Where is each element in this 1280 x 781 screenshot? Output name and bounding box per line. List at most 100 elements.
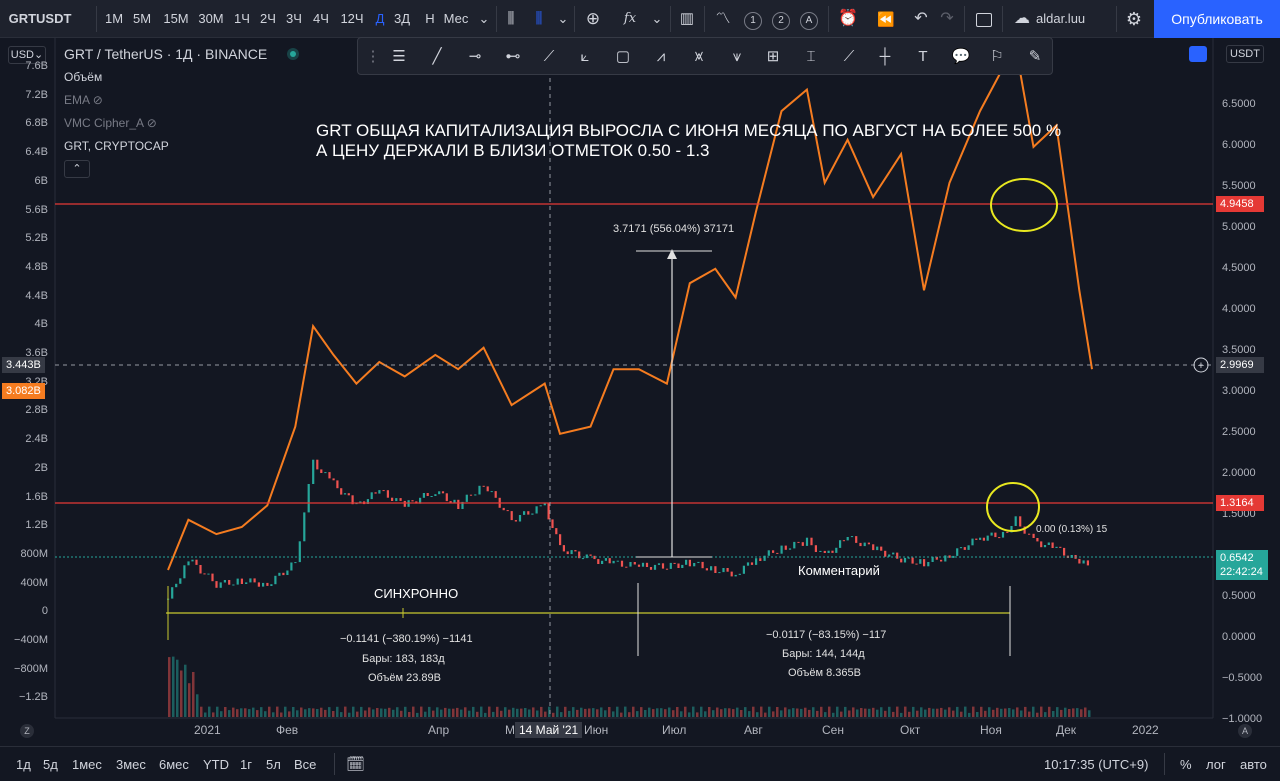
- interval-button[interactable]: Мес: [442, 0, 470, 38]
- log-toggle[interactable]: лог: [1206, 747, 1226, 781]
- ray-icon[interactable]: ⟋: [536, 46, 562, 68]
- circle-2-icon[interactable]: 2: [770, 0, 792, 38]
- circle-a-icon[interactable]: A: [798, 0, 820, 38]
- user-name[interactable]: aldar.luu: [1036, 0, 1120, 38]
- percent-toggle[interactable]: %: [1180, 747, 1192, 781]
- divider: [964, 6, 965, 32]
- candle: [793, 541, 796, 549]
- line-style-icon[interactable]: ☰: [386, 46, 412, 68]
- pitchfork-icon[interactable]: ⟀: [572, 46, 598, 68]
- interval-button[interactable]: Д: [370, 0, 390, 38]
- comment-label[interactable]: Комментарий: [798, 563, 880, 578]
- indicators-dropdown-icon[interactable]: ⌄: [650, 0, 664, 38]
- range-button[interactable]: Все: [294, 747, 316, 781]
- chart-type-dropdown-icon[interactable]: ⌄: [556, 0, 570, 38]
- auto-toggle[interactable]: авто: [1240, 747, 1267, 781]
- volume-bar: [560, 712, 563, 717]
- interval-button[interactable]: 30М: [197, 0, 225, 38]
- brush-icon[interactable]: ✎: [1022, 46, 1048, 68]
- range-button[interactable]: 1мес: [72, 747, 102, 781]
- interval-button[interactable]: 4Ч: [311, 0, 331, 38]
- horizontal-line-icon[interactable]: ⊷: [500, 46, 526, 68]
- range-button[interactable]: 1г: [240, 747, 252, 781]
- annotation-line-2[interactable]: А ЦЕНУ ДЕРЖАЛИ В БЛИЗИ ОТМЕТОК 0.50 - 1.…: [316, 141, 710, 161]
- interval-dropdown-icon[interactable]: ⌄: [476, 0, 492, 38]
- bar-style-icon[interactable]: ⫼: [500, 0, 522, 38]
- vertical-line-icon[interactable]: ┼: [872, 46, 898, 68]
- settings-gear-icon[interactable]: ⚙: [1122, 0, 1146, 38]
- range-button[interactable]: YTD: [203, 747, 229, 781]
- text-cursor-icon[interactable]: ⌶: [798, 46, 824, 68]
- volume-bar: [552, 712, 555, 717]
- volume-bar: [840, 711, 843, 717]
- comment-icon[interactable]: 💬: [948, 46, 974, 68]
- range-button[interactable]: 6мес: [159, 747, 189, 781]
- undo-icon[interactable]: ↶: [910, 0, 932, 38]
- replay-icon[interactable]: ⏪: [874, 0, 898, 38]
- right-currency-label[interactable]: USDT: [1226, 45, 1264, 63]
- candle: [195, 559, 198, 565]
- horizontal-ray-icon[interactable]: ⊸: [462, 46, 488, 68]
- interval-button[interactable]: 5М: [132, 0, 152, 38]
- volume-bar: [316, 709, 319, 717]
- zoom-z-icon[interactable]: Z: [20, 724, 34, 738]
- range-button[interactable]: 1д: [16, 747, 31, 781]
- trend-line-icon[interactable]: ╱: [424, 46, 450, 68]
- interval-button[interactable]: 2Ч: [258, 0, 278, 38]
- chart-canvas[interactable]: +: [0, 0, 1280, 781]
- range-button[interactable]: 5д: [43, 747, 58, 781]
- volume-bar: [348, 712, 351, 717]
- flag-icon[interactable]: ⚐: [984, 46, 1010, 68]
- date-range-icon[interactable]: 🗓: [346, 747, 365, 781]
- compare-icon[interactable]: 〽: [712, 0, 734, 38]
- path-icon[interactable]: ⩘: [648, 46, 674, 68]
- volume-bar: [1076, 708, 1079, 717]
- range-button[interactable]: 5л: [266, 747, 281, 781]
- rectangle-icon[interactable]: ▢: [610, 46, 636, 68]
- text-icon[interactable]: T: [910, 46, 936, 68]
- redo-icon[interactable]: ↷: [936, 0, 958, 38]
- hidden-eye-icon[interactable]: ⊘: [147, 116, 157, 130]
- alert-icon[interactable]: ⏰: [836, 0, 860, 38]
- drag-handle-icon[interactable]: ⋮: [360, 46, 386, 68]
- range-button[interactable]: 3мес: [116, 747, 146, 781]
- candle: [746, 562, 750, 566]
- hidden-eye-icon[interactable]: ⊘: [93, 93, 103, 107]
- interval-button[interactable]: 12Ч: [338, 0, 366, 38]
- interval-button[interactable]: 3Д: [392, 0, 412, 38]
- interval-button[interactable]: 1М: [104, 0, 124, 38]
- interval-button[interactable]: 1Ч: [232, 0, 252, 38]
- legend-collapse-button[interactable]: ⌃: [64, 160, 90, 178]
- auto-a-icon[interactable]: A: [1238, 724, 1252, 738]
- indicators-icon[interactable]: fx: [618, 0, 642, 38]
- annotation-line-1[interactable]: GRT ОБЩАЯ КАПИТАЛИЗАЦИЯ ВЫРОСЛА С ИЮНЯ М…: [316, 121, 1061, 141]
- interval-button[interactable]: 15М: [162, 0, 190, 38]
- circle-1-icon[interactable]: 1: [742, 0, 764, 38]
- elliott-wave-icon[interactable]: ⩙: [686, 46, 712, 68]
- price-range-icon[interactable]: ⟋: [836, 46, 862, 68]
- interval-button[interactable]: Н: [420, 0, 440, 38]
- compare-toggle-icon[interactable]: [1189, 46, 1207, 62]
- cloud-icon[interactable]: ☁: [1008, 0, 1036, 38]
- volume-bar: [920, 707, 923, 717]
- candles-icon[interactable]: ⫼: [528, 0, 550, 38]
- candle: [482, 485, 485, 487]
- publish-button[interactable]: Опубликовать: [1154, 0, 1280, 38]
- legend-volume[interactable]: Объём: [64, 70, 102, 84]
- legend-cryptocap[interactable]: GRT, CRYPTOCAP: [64, 139, 169, 153]
- legend-ema[interactable]: EMA ⊘: [64, 93, 103, 107]
- legend-vmc[interactable]: VMC Cipher_A ⊘: [64, 116, 157, 130]
- add-indicator-icon[interactable]: ⊕: [582, 0, 604, 38]
- volume-bar: [728, 708, 731, 717]
- interval-button[interactable]: 3Ч: [284, 0, 304, 38]
- volume-bar: [736, 707, 739, 717]
- volume-bar: [352, 706, 355, 717]
- symbol-search[interactable]: GRTUSDT: [0, 0, 80, 38]
- candle: [998, 537, 1001, 539]
- financials-icon[interactable]: ▥: [676, 0, 698, 38]
- fullscreen-icon[interactable]: [972, 0, 996, 38]
- sync-label[interactable]: СИНХРОННО: [374, 586, 458, 601]
- abc-pattern-icon[interactable]: ⩛: [724, 46, 750, 68]
- clock-time[interactable]: 10:17:35 (UTC+9): [1044, 747, 1148, 781]
- grid-icon[interactable]: ⊞: [760, 46, 786, 68]
